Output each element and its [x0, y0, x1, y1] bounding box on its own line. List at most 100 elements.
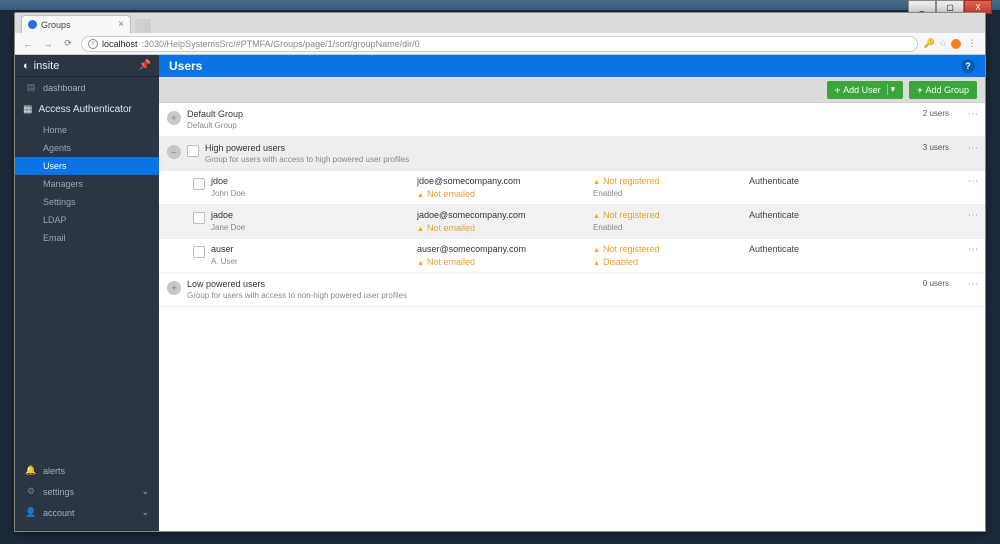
expand-icon[interactable]: + [167, 281, 181, 295]
group-desc: Group for users with access to non-high … [187, 291, 917, 300]
auth-label: Authenticate [749, 210, 961, 220]
browser-tab[interactable]: Groups × [21, 15, 131, 33]
row-menu-icon[interactable]: ⋮ [967, 279, 977, 288]
sidebar-item-ldap[interactable]: LDAP [15, 211, 159, 229]
url-path: :3030/HelpSystemsSrc/#PTMFA/Groups/page/… [142, 39, 420, 49]
tab-close-icon[interactable]: × [118, 19, 124, 30]
user-icon: 👤 [25, 507, 37, 518]
auth-label: Authenticate [749, 244, 961, 254]
user-email: auser@somecompany.com [417, 244, 587, 254]
row-menu-icon[interactable]: ⋮ [967, 109, 977, 118]
group-name[interactable]: High powered users [205, 143, 917, 153]
nav-app-label: Access Authenticator [38, 104, 131, 115]
nav-app-header[interactable]: ▦ Access Authenticator [15, 98, 159, 121]
brand-name: insite [34, 60, 60, 72]
brand: ◐ insite 📌 [15, 55, 159, 77]
sidebar-item-agents[interactable]: Agents [15, 139, 159, 157]
group-count: 3 users [923, 143, 949, 152]
user-fullname: Jane Doe [211, 223, 411, 232]
plus-icon: + [917, 85, 922, 95]
group-count: 0 users [923, 279, 949, 288]
user-id[interactable]: auser [211, 244, 411, 254]
row-menu-icon[interactable]: ⋮ [967, 244, 977, 253]
row-menu-icon[interactable]: ⋮ [967, 210, 977, 219]
user-row: auser A. User auser@somecompany.com Not … [159, 239, 985, 273]
nav-settings-label: settings [43, 487, 74, 497]
nav-alerts-label: alerts [43, 466, 65, 476]
nav-alerts[interactable]: 🔔 alerts [15, 460, 159, 481]
extension-icon[interactable] [951, 39, 961, 49]
sidebar-item-home[interactable]: Home [15, 121, 159, 139]
enabled-status: Enabled [593, 223, 743, 232]
group-row: – High powered users Group for users wit… [159, 137, 985, 171]
sidebar-item-settings[interactable]: Settings [15, 193, 159, 211]
new-tab-button[interactable] [135, 19, 151, 33]
chart-icon: ▤ [25, 82, 37, 93]
url-host: localhost [102, 39, 138, 49]
collapse-icon[interactable]: – [167, 145, 181, 159]
chevron-down-icon: ⌄ [141, 486, 149, 497]
add-user-button[interactable]: + Add User ▾ [827, 81, 903, 99]
enabled-status: Enabled [593, 189, 743, 198]
bell-icon: 🔔 [25, 465, 37, 476]
group-row: + Default Group Default Group 2 users ⋮ [159, 103, 985, 137]
user-id[interactable]: jadoe [211, 210, 411, 220]
add-group-button[interactable]: + Add Group [909, 81, 977, 99]
user-row: jdoe John Doe jdoe@somecompany.com Not e… [159, 171, 985, 205]
page-header: Users ? [159, 55, 985, 77]
sidebar-item-users[interactable]: Users [15, 157, 159, 175]
toolbar: + Add User ▾ + Add Group [159, 77, 985, 103]
group-checkbox[interactable] [187, 145, 199, 157]
address-bar[interactable]: i localhost :3030/HelpSystemsSrc/#PTMFA/G… [81, 36, 918, 52]
nav-dashboard[interactable]: ▤ dashboard [15, 77, 159, 98]
browser-tab-strip: Groups × [15, 13, 985, 33]
reg-status: Not registered [593, 244, 743, 254]
group-desc: Default Group [187, 121, 917, 130]
reload-icon[interactable]: ⟳ [61, 37, 75, 51]
grid-icon: ▦ [23, 104, 32, 115]
reg-status: Not registered [593, 210, 743, 220]
group-count: 2 users [923, 109, 949, 118]
user-checkbox[interactable] [193, 246, 205, 258]
email-status: Not emailed [417, 223, 587, 233]
bookmark-icon[interactable]: ☆ [939, 38, 947, 49]
email-status: Not emailed [417, 189, 587, 199]
user-id[interactable]: jdoe [211, 176, 411, 186]
user-fullname: A. User [211, 257, 411, 266]
gear-icon: ⚙ [25, 486, 37, 497]
sidebar-item-email[interactable]: Email [15, 229, 159, 247]
user-fullname: John Doe [211, 189, 411, 198]
nav-settings[interactable]: ⚙ settings ⌄ [15, 481, 159, 502]
expand-icon[interactable]: + [167, 111, 181, 125]
user-checkbox[interactable] [193, 178, 205, 190]
brand-logo-icon: ◐ [23, 60, 30, 72]
group-row: + Low powered users Group for users with… [159, 273, 985, 307]
browser-menu-icon[interactable]: ⋮ [965, 37, 979, 51]
nav-dashboard-label: dashboard [43, 83, 86, 93]
user-email: jadoe@somecompany.com [417, 210, 587, 220]
help-icon[interactable]: ? [961, 59, 975, 73]
sidebar-item-managers[interactable]: Managers [15, 175, 159, 193]
page-title: Users [169, 59, 202, 73]
auth-label: Authenticate [749, 176, 961, 186]
chevron-down-icon: ⌄ [141, 507, 149, 518]
email-status: Not emailed [417, 257, 587, 267]
groups-list: + Default Group Default Group 2 users ⋮ … [159, 103, 985, 531]
enabled-status: Disabled [593, 257, 743, 267]
group-name[interactable]: Default Group [187, 109, 917, 119]
row-menu-icon[interactable]: ⋮ [967, 143, 977, 152]
tab-favicon [28, 20, 37, 29]
forward-icon[interactable]: → [41, 37, 55, 51]
nav-account[interactable]: 👤 account ⌄ [15, 502, 159, 523]
key-icon[interactable]: 🔑 [924, 38, 935, 49]
user-email: jdoe@somecompany.com [417, 176, 587, 186]
group-name[interactable]: Low powered users [187, 279, 917, 289]
reg-status: Not registered [593, 176, 743, 186]
user-checkbox[interactable] [193, 212, 205, 224]
row-menu-icon[interactable]: ⋮ [967, 176, 977, 185]
back-icon[interactable]: ← [21, 37, 35, 51]
tab-title: Groups [41, 20, 71, 30]
site-info-icon[interactable]: i [88, 39, 98, 49]
pin-icon[interactable]: 📌 [139, 60, 151, 71]
caret-down-icon[interactable]: ▾ [887, 84, 896, 95]
